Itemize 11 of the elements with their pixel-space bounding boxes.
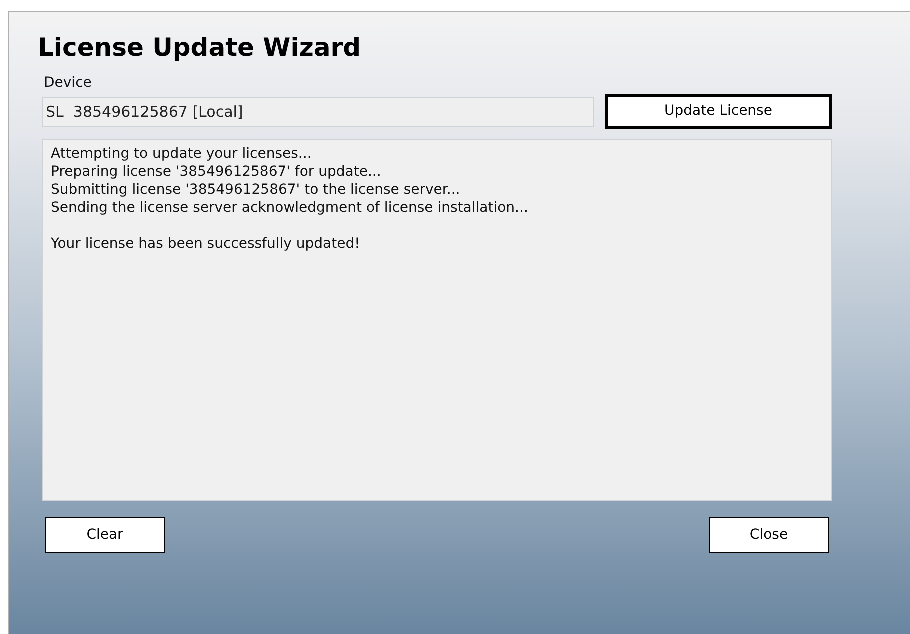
log-line: Preparing license '385496125867' for update... [51, 163, 382, 181]
device-field[interactable]: SL 385496125867 [Local] [42, 96, 594, 126]
log-line: Submitting license '385496125867' to the license server... [51, 181, 460, 199]
field-label: Device [44, 74, 92, 92]
update-license-button[interactable]: Update License [605, 94, 832, 129]
close-button[interactable]: Close [709, 517, 829, 553]
clear-button[interactable]: Clear [45, 517, 165, 553]
window-title: License Update Wizard [38, 32, 361, 64]
log-line: Attempting to update your licenses... [51, 145, 312, 163]
log-line: Your license has been successfully updated! [51, 235, 360, 253]
log-line: Sending the license server acknowledgment of license installation... [51, 199, 528, 217]
